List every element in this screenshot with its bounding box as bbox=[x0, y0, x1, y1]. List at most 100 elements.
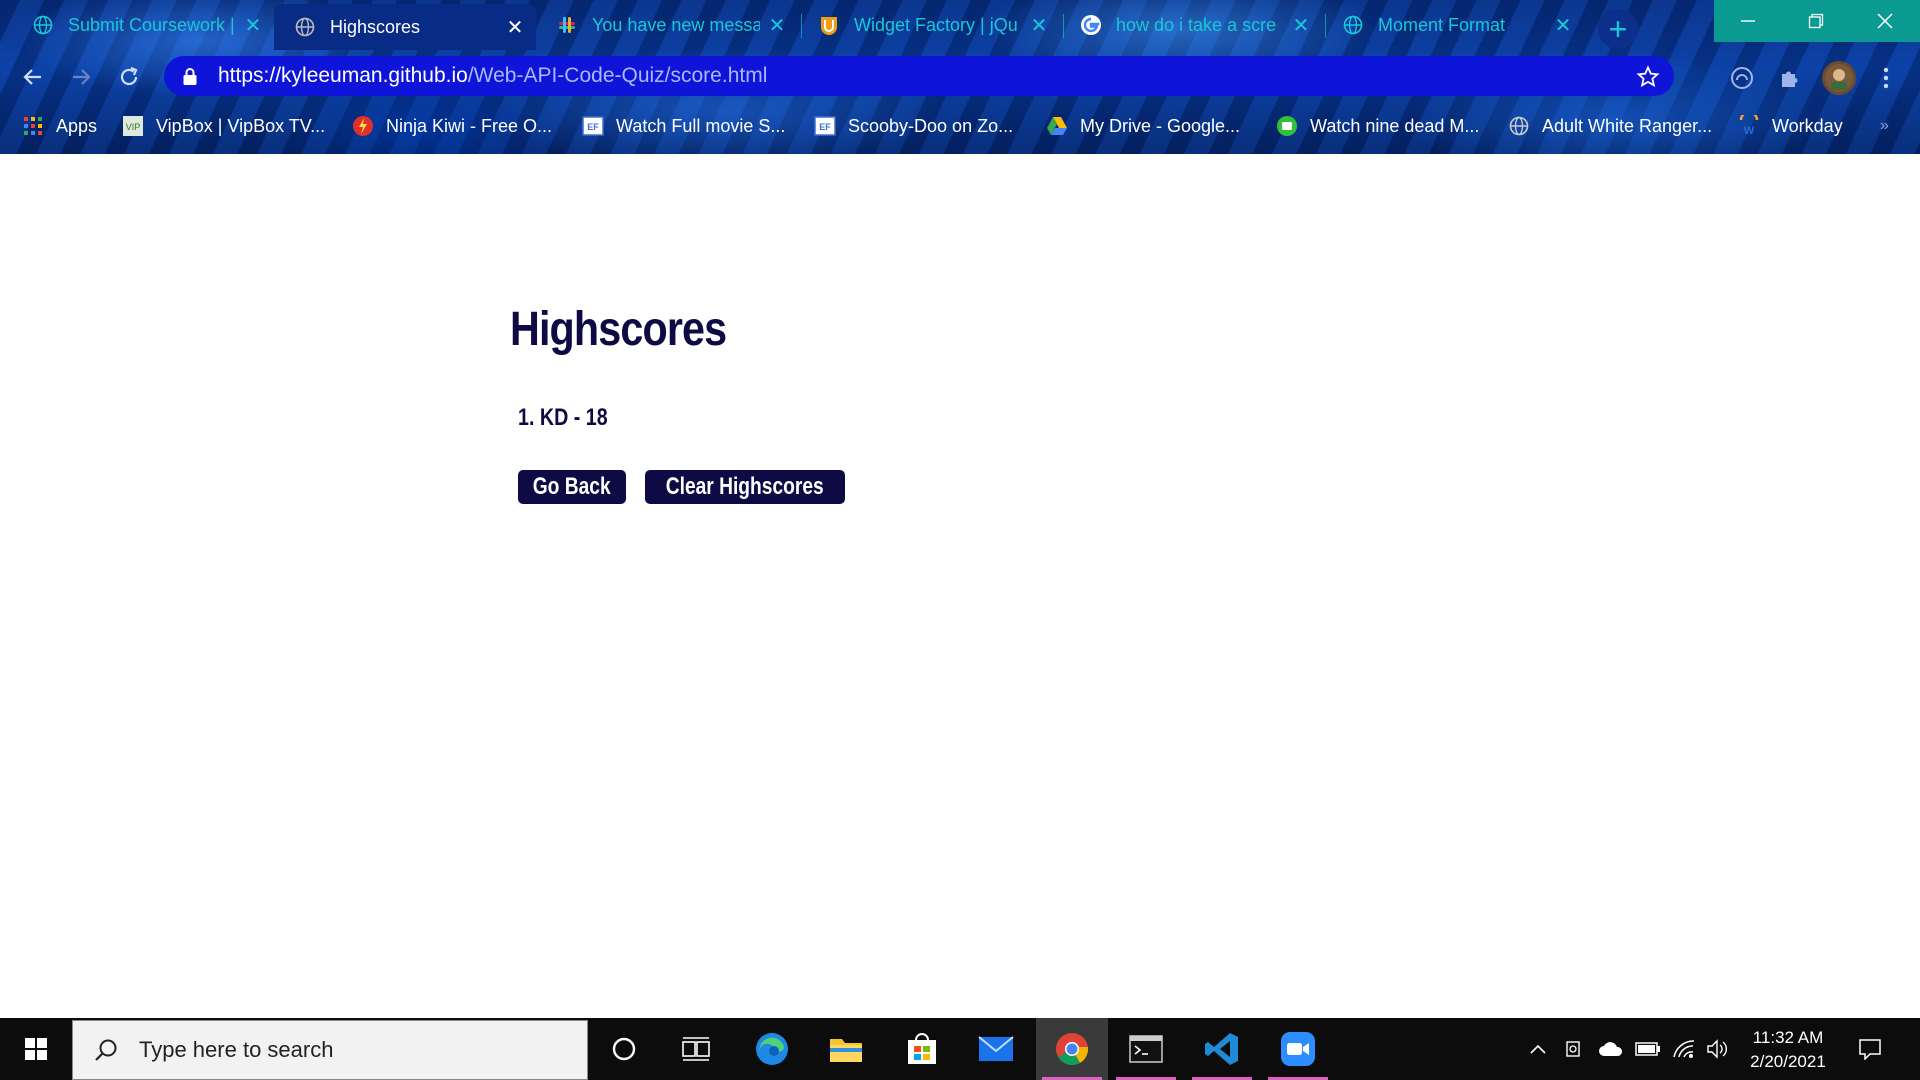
url-path: /Web-API-Code-Quiz/score.html bbox=[467, 64, 768, 87]
terminal-icon[interactable] bbox=[1110, 1018, 1182, 1080]
google-drive-icon bbox=[1046, 115, 1068, 137]
tab-title: You have new messa bbox=[592, 14, 760, 35]
bookmark-watch-full-movie[interactable]: EF Watch Full movie S... bbox=[582, 112, 785, 140]
close-icon[interactable]: ✕ bbox=[768, 15, 786, 37]
google-icon bbox=[1080, 14, 1102, 36]
chrome-icon[interactable] bbox=[1036, 1018, 1108, 1080]
task-view-button[interactable] bbox=[660, 1018, 732, 1080]
menu-kebab-icon[interactable] bbox=[1872, 64, 1900, 92]
vipbox-icon: VIP bbox=[122, 115, 144, 137]
ef-icon: EF bbox=[582, 115, 604, 137]
clear-highscores-label: Clear Highscores bbox=[666, 473, 824, 500]
taskbar-search-input[interactable]: Type here to search bbox=[72, 1020, 588, 1080]
svg-text:EF: EF bbox=[587, 122, 599, 132]
tab-google-search[interactable]: how do i take a scre ✕ bbox=[1060, 4, 1322, 46]
mail-icon[interactable] bbox=[960, 1018, 1032, 1080]
tab-title: Moment Format bbox=[1378, 14, 1506, 35]
restore-icon bbox=[1808, 13, 1824, 29]
minimize-icon bbox=[1741, 20, 1755, 22]
window-minimize-button[interactable] bbox=[1714, 0, 1782, 42]
forward-button[interactable] bbox=[66, 62, 96, 92]
close-icon[interactable]: ✕ bbox=[1292, 15, 1310, 37]
globe-icon bbox=[32, 14, 54, 36]
bookmark-vipbox[interactable]: VIP VipBox | VipBox TV... bbox=[122, 112, 325, 140]
bookmark-label: Ninja Kiwi - Free O... bbox=[386, 115, 553, 136]
action-center-button[interactable] bbox=[1850, 1018, 1890, 1080]
bookmark-label: Watch nine dead M... bbox=[1310, 115, 1480, 136]
bookmark-scooby-doo[interactable]: EF Scooby-Doo on Zo... bbox=[814, 112, 1013, 140]
tray-chevron-up-icon[interactable] bbox=[1524, 1018, 1552, 1080]
svg-text:EF: EF bbox=[819, 122, 831, 132]
clock-time: 11:32 AM bbox=[1752, 1028, 1824, 1047]
cortana-circle-icon bbox=[612, 1037, 636, 1061]
tab-title: Submit Coursework | bbox=[68, 14, 235, 35]
bookmark-ninja-kiwi[interactable]: Ninja Kiwi - Free O... bbox=[352, 112, 552, 140]
page-title: Highscores bbox=[510, 303, 727, 356]
zoom-icon[interactable] bbox=[1262, 1018, 1334, 1080]
search-icon bbox=[95, 1039, 117, 1061]
window-close-button[interactable] bbox=[1850, 0, 1920, 42]
bookmark-watch-nine-dead[interactable]: Watch nine dead M... bbox=[1276, 112, 1479, 140]
jquery-ui-icon bbox=[818, 14, 840, 36]
bookmark-workday[interactable]: W Workday bbox=[1738, 112, 1843, 140]
close-icon[interactable]: ✕ bbox=[1030, 15, 1048, 37]
bookmark-my-drive[interactable]: My Drive - Google... bbox=[1046, 112, 1240, 140]
extensions-puzzle-icon[interactable] bbox=[1776, 64, 1804, 92]
globe-icon bbox=[294, 16, 316, 38]
slack-icon bbox=[556, 14, 578, 36]
go-back-label: Go Back bbox=[533, 473, 611, 500]
search-placeholder: Type here to search bbox=[139, 1037, 334, 1062]
page-content: Highscores 1. KD - 18 Go Back Clear High… bbox=[0, 154, 1920, 1018]
bookmark-star-icon[interactable] bbox=[1636, 65, 1660, 94]
browser-chrome: Submit Coursework | ✕ Highscores ✕ You h… bbox=[0, 0, 1920, 154]
taskbar-clock[interactable]: 11:32 AM 2/20/2021 bbox=[1738, 1026, 1838, 1074]
green-play-icon bbox=[1276, 115, 1298, 137]
clear-highscores-button[interactable]: Clear Highscores bbox=[645, 470, 845, 504]
new-tab-button[interactable]: + bbox=[1598, 9, 1638, 49]
bookmark-label: Workday bbox=[1772, 115, 1843, 136]
wifi-icon[interactable] bbox=[1670, 1018, 1698, 1080]
plus-icon: + bbox=[1608, 10, 1628, 47]
close-icon[interactable]: ✕ bbox=[244, 15, 262, 37]
start-button[interactable] bbox=[0, 1018, 72, 1080]
bookmark-adult-white-ranger[interactable]: Adult White Ranger... bbox=[1508, 112, 1712, 140]
bookmarks-overflow-chevron-icon[interactable]: » bbox=[1880, 112, 1889, 140]
tab-submit-coursework[interactable]: Submit Coursework | ✕ bbox=[12, 4, 274, 46]
clock-date: 2/20/2021 bbox=[1750, 1052, 1826, 1071]
tab-moment-format[interactable]: Moment Format ✕ bbox=[1322, 4, 1584, 46]
list-item: 1. KD - 18 bbox=[518, 404, 608, 431]
back-button[interactable] bbox=[18, 62, 48, 92]
notification-icon bbox=[1859, 1039, 1881, 1060]
address-bar[interactable]: https://kyleeuman.github.io/Web-API-Code… bbox=[164, 56, 1674, 96]
browser-toolbar: https://kyleeuman.github.io/Web-API-Code… bbox=[0, 52, 1920, 102]
battery-icon[interactable] bbox=[1634, 1018, 1662, 1080]
bookmark-label: Watch Full movie S... bbox=[616, 115, 786, 136]
close-icon bbox=[1877, 13, 1893, 29]
extension-audio-icon[interactable] bbox=[1728, 64, 1756, 92]
reload-button[interactable] bbox=[114, 62, 144, 92]
onedrive-cloud-icon[interactable] bbox=[1596, 1018, 1626, 1080]
tray-meet-now-icon[interactable] bbox=[1562, 1018, 1588, 1080]
bookmark-label: My Drive - Google... bbox=[1080, 115, 1241, 136]
task-view-icon bbox=[682, 1037, 710, 1061]
tab-slack[interactable]: You have new messa ✕ bbox=[536, 4, 798, 46]
tab-highscores[interactable]: Highscores ✕ bbox=[274, 4, 536, 50]
cortana-button[interactable] bbox=[588, 1018, 660, 1080]
file-explorer-icon[interactable] bbox=[810, 1018, 882, 1080]
tab-widget-factory[interactable]: Widget Factory | jQu ✕ bbox=[798, 4, 1060, 46]
close-icon[interactable]: ✕ bbox=[1554, 15, 1572, 37]
ninja-kiwi-icon bbox=[352, 115, 374, 137]
vscode-icon[interactable] bbox=[1186, 1018, 1258, 1080]
volume-icon[interactable] bbox=[1704, 1018, 1732, 1080]
profile-avatar[interactable] bbox=[1822, 61, 1856, 95]
tab-strip: Submit Coursework | ✕ Highscores ✕ You h… bbox=[0, 0, 1920, 50]
arrow-right-icon bbox=[73, 69, 91, 85]
bookmark-apps[interactable]: Apps bbox=[22, 112, 97, 140]
arrow-left-icon bbox=[23, 69, 41, 85]
close-icon[interactable]: ✕ bbox=[506, 17, 524, 39]
go-back-button[interactable]: Go Back bbox=[518, 470, 626, 504]
edge-browser-icon[interactable] bbox=[736, 1018, 808, 1080]
bookmark-label: Adult White Ranger... bbox=[1542, 115, 1713, 136]
microsoft-store-icon[interactable] bbox=[886, 1018, 958, 1080]
window-restore-button[interactable] bbox=[1782, 0, 1850, 42]
